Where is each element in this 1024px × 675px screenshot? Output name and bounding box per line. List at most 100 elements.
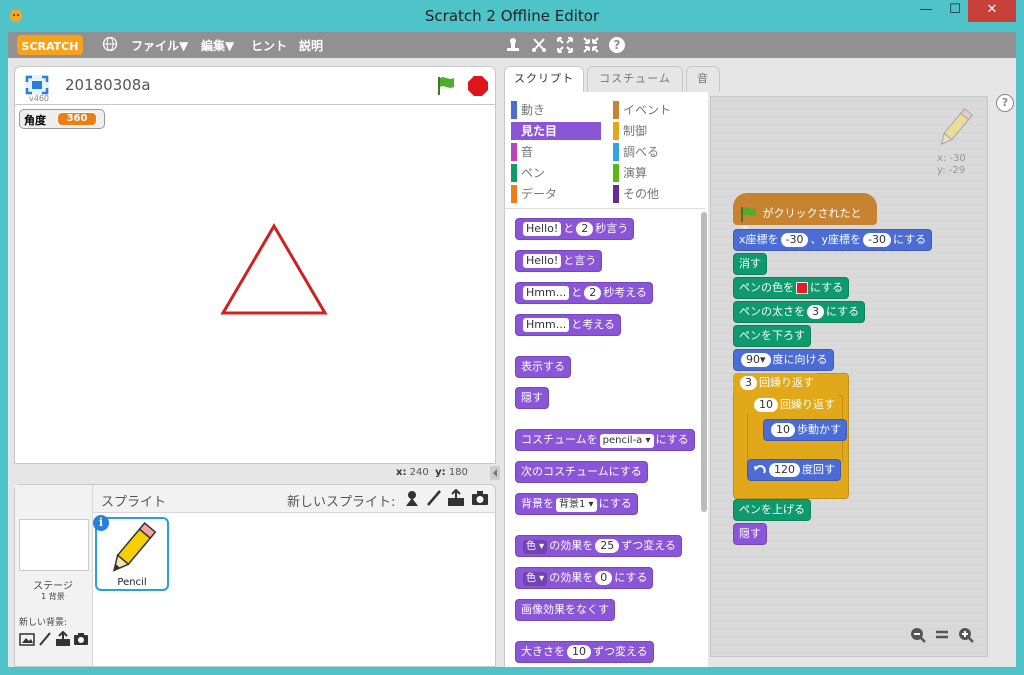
green-flag-icon[interactable] bbox=[435, 75, 457, 97]
stage-canvas[interactable]: 角度 360 bbox=[14, 104, 496, 464]
block-next-costume[interactable]: 次のコスチュームにする bbox=[515, 461, 648, 483]
block-pen-down[interactable]: ペンを下ろす bbox=[733, 325, 811, 347]
paint-sprite-icon[interactable] bbox=[425, 489, 443, 507]
tab-costumes[interactable]: コスチューム bbox=[587, 66, 683, 92]
window-title: Scratch 2 Offline Editor bbox=[424, 7, 600, 25]
tab-scripts[interactable]: スクリプト bbox=[504, 66, 584, 94]
block-turn[interactable]: 120 度回す bbox=[747, 459, 841, 481]
block-input[interactable]: Hello! bbox=[523, 254, 562, 268]
block-input[interactable]: Hello! bbox=[523, 222, 562, 236]
stop-icon[interactable] bbox=[467, 75, 489, 97]
globe-icon[interactable] bbox=[102, 36, 118, 52]
tab-sounds[interactable]: 音 bbox=[686, 66, 720, 92]
help-block-icon[interactable]: ? bbox=[608, 36, 626, 54]
effect-dropdown[interactable]: 色 ▾ bbox=[523, 572, 548, 586]
block-set-pen-color[interactable]: ペンの色を にする bbox=[733, 277, 850, 299]
shrink-icon[interactable] bbox=[582, 36, 600, 54]
category-operators[interactable]: 演算 bbox=[613, 164, 647, 182]
delete-scissors-icon[interactable] bbox=[530, 36, 548, 54]
stage-thumbnail[interactable] bbox=[19, 519, 89, 571]
block-change-size[interactable]: 大きさを 10 ずつ変える bbox=[515, 641, 654, 663]
category-motion[interactable]: 動き bbox=[511, 101, 545, 119]
category-events[interactable]: イベント bbox=[613, 101, 671, 119]
backdrop-library-icon[interactable] bbox=[19, 631, 35, 647]
scratch-logo[interactable]: SCRATCH bbox=[17, 35, 83, 55]
palette-scrollbar[interactable] bbox=[701, 212, 707, 512]
block-input[interactable]: 10 bbox=[771, 423, 795, 437]
costume-dropdown[interactable]: pencil-a ▾ bbox=[599, 434, 654, 448]
block-input[interactable]: -30 bbox=[780, 233, 809, 247]
block-input[interactable]: -30 bbox=[863, 233, 891, 247]
maximize-button[interactable]: ☐ bbox=[941, 0, 969, 22]
block-think-for-secs[interactable]: Hmm... と 2 秒考える bbox=[515, 282, 653, 304]
block-think[interactable]: Hmm... と考える bbox=[515, 314, 621, 336]
menu-edit[interactable]: 編集▼ bbox=[201, 37, 234, 54]
block-input[interactable]: 120 bbox=[769, 463, 800, 477]
zoom-out-icon[interactable] bbox=[909, 626, 927, 644]
category-looks[interactable]: 見た目 bbox=[511, 122, 601, 140]
block-hide[interactable]: 隠す bbox=[515, 387, 549, 409]
block-repeat-outer[interactable]: 3 回繰り返す bbox=[733, 373, 819, 395]
block-input[interactable]: 0 bbox=[595, 571, 613, 585]
menu-about[interactable]: 説明 bbox=[299, 37, 323, 54]
grow-icon[interactable] bbox=[556, 36, 574, 54]
block-repeat-inner[interactable]: 10 回繰り返す bbox=[747, 395, 840, 417]
menu-hints[interactable]: ヒント bbox=[251, 37, 287, 54]
block-move-steps[interactable]: 10 歩動かす bbox=[763, 419, 847, 441]
block-hide-script[interactable]: 隠す bbox=[733, 523, 767, 545]
block-input[interactable]: Hmm... bbox=[523, 286, 570, 300]
category-pen[interactable]: ペン bbox=[511, 164, 545, 182]
block-input[interactable]: 10 bbox=[754, 398, 778, 412]
zoom-in-icon[interactable] bbox=[957, 626, 975, 644]
block-point-direction[interactable]: 90▾ 度に向ける bbox=[733, 349, 834, 371]
script-area[interactable]: x: -30 y: -29 がクリックされたとき x座標を-30、y座標を-30… bbox=[710, 96, 988, 657]
zoom-reset-icon[interactable] bbox=[933, 626, 951, 644]
minimize-button[interactable]: — bbox=[912, 0, 940, 22]
collapse-stage-icon[interactable] bbox=[490, 466, 500, 480]
block-input[interactable]: 2 bbox=[576, 222, 594, 236]
category-data[interactable]: データ bbox=[511, 185, 557, 203]
paint-backdrop-icon[interactable] bbox=[37, 631, 53, 647]
when-flag-clicked-block[interactable]: がクリックされたとき bbox=[733, 193, 877, 237]
rotate-left-icon bbox=[754, 465, 766, 474]
block-input[interactable]: 25 bbox=[595, 539, 620, 553]
block-switch-costume[interactable]: コスチュームを pencil-a ▾ にする bbox=[515, 429, 695, 451]
close-button[interactable]: ✕ bbox=[968, 0, 1016, 22]
project-title[interactable]: 20180308a bbox=[65, 76, 151, 94]
block-set-pen-size[interactable]: ペンの太さを 3 にする bbox=[733, 301, 866, 323]
block-pen-up[interactable]: ペンを上げる bbox=[733, 499, 811, 521]
block-input[interactable]: Hmm... bbox=[523, 318, 570, 332]
block-clear[interactable]: 消す bbox=[733, 253, 767, 275]
effect-dropdown[interactable]: 色 ▾ bbox=[523, 540, 548, 554]
pen-color-swatch[interactable] bbox=[796, 282, 808, 294]
block-switch-backdrop[interactable]: 背景を 背景1 ▾ にする bbox=[515, 493, 638, 515]
upload-backdrop-icon[interactable] bbox=[55, 631, 71, 647]
camera-sprite-icon[interactable] bbox=[471, 489, 489, 507]
block-input[interactable]: 3 bbox=[740, 376, 757, 390]
help-question-icon[interactable]: ? bbox=[996, 94, 1014, 112]
block-set-effect[interactable]: 色 ▾ の効果を 0 にする bbox=[515, 567, 654, 589]
block-goto-xy[interactable]: x座標を -30 、y座標を -30 にする bbox=[733, 229, 933, 251]
fullscreen-icon[interactable] bbox=[25, 75, 49, 95]
sprite-library-icon[interactable] bbox=[403, 489, 421, 507]
block-clear-effects[interactable]: 画像効果をなくす bbox=[515, 599, 615, 621]
block-input[interactable]: 2 bbox=[584, 286, 602, 300]
category-sensing[interactable]: 調べる bbox=[613, 143, 659, 161]
block-change-effect[interactable]: 色 ▾ の効果を 25 ずつ変える bbox=[515, 535, 682, 557]
category-control[interactable]: 制御 bbox=[613, 122, 647, 140]
block-say-for-secs[interactable]: Hello! と 2 秒言う bbox=[515, 218, 635, 240]
upload-sprite-icon[interactable] bbox=[447, 489, 465, 507]
block-input[interactable]: 10 bbox=[567, 645, 591, 659]
category-more[interactable]: その他 bbox=[613, 185, 659, 203]
block-say[interactable]: Hello! と言う bbox=[515, 250, 603, 272]
block-show[interactable]: 表示する bbox=[515, 356, 571, 378]
menu-file[interactable]: ファイル▼ bbox=[131, 37, 188, 54]
variable-monitor[interactable]: 角度 360 bbox=[19, 109, 105, 129]
block-input[interactable]: 3 bbox=[807, 305, 824, 319]
camera-backdrop-icon[interactable] bbox=[73, 631, 89, 647]
block-input[interactable]: 90▾ bbox=[741, 353, 771, 367]
backdrop-dropdown[interactable]: 背景1 ▾ bbox=[556, 498, 597, 512]
category-sound[interactable]: 音 bbox=[511, 143, 533, 161]
duplicate-stamp-icon[interactable] bbox=[504, 36, 522, 54]
sprite-info-button[interactable]: i bbox=[93, 515, 109, 531]
